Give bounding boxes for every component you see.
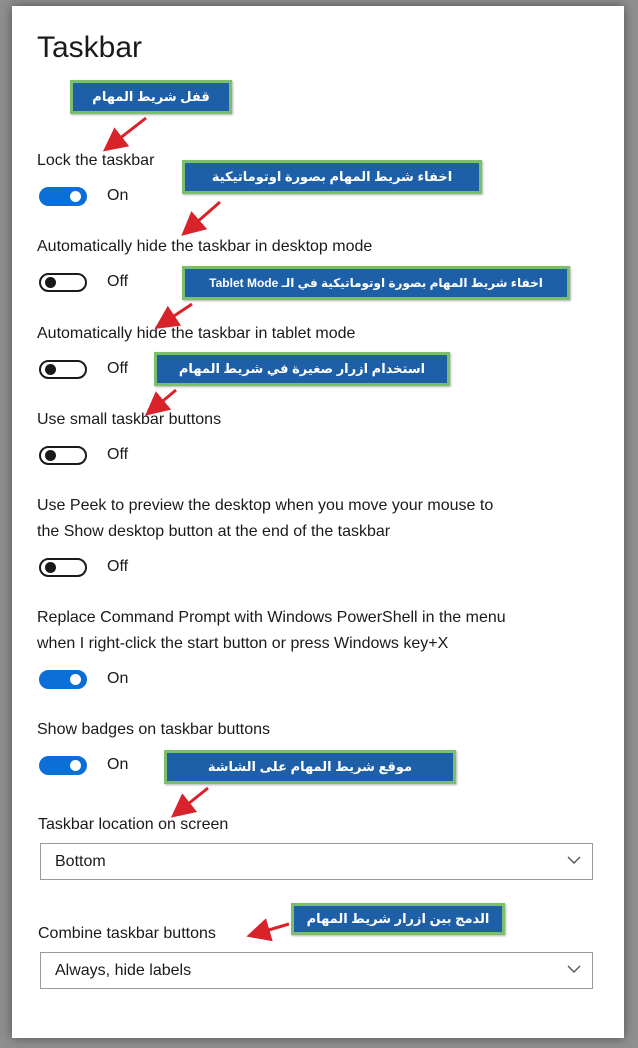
arrow-lock	[102, 116, 147, 152]
autohide-desktop-toggle[interactable]	[39, 273, 87, 292]
lock-taskbar-label: Lock the taskbar	[37, 152, 155, 169]
settings-panel: Taskbar Lock the taskbar On Automaticall…	[12, 6, 624, 1038]
powershell-toggle[interactable]	[39, 670, 87, 689]
autohide-desktop-state: Off	[107, 273, 129, 290]
chevron-down-icon	[567, 965, 581, 973]
combine-select[interactable]: Always, hide labels	[40, 952, 593, 989]
page-title: Taskbar	[37, 31, 143, 64]
annotation-combine: الدمج بين ازرار شريط المهام	[291, 903, 505, 935]
location-label: Taskbar location on screen	[38, 816, 229, 833]
toggle-knob	[70, 191, 81, 202]
peek-toggle[interactable]	[39, 558, 87, 577]
arrow-location	[170, 786, 209, 818]
peek-label-line2: the Show desktop button at the end of th…	[37, 523, 391, 540]
badges-toggle[interactable]	[39, 756, 87, 775]
arrow-autohide-desktop	[181, 200, 221, 236]
annotation-lock: قفل شريط المهام	[70, 80, 232, 114]
annotation-autohide-tablet: اخفاء شريط المهام بصورة اوتوماتيكية في ا…	[182, 266, 570, 300]
combine-value: Always, hide labels	[55, 962, 192, 979]
location-value: Bottom	[55, 853, 106, 870]
small-buttons-label: Use small taskbar buttons	[37, 411, 222, 428]
toggle-knob	[70, 760, 81, 771]
lock-taskbar-state: On	[107, 187, 129, 204]
toggle-knob	[45, 562, 56, 573]
annotation-location: موقع شريط المهام على الشاشة	[164, 750, 456, 784]
powershell-label-line1: Replace Command Prompt with Windows Powe…	[37, 609, 506, 626]
small-buttons-toggle[interactable]	[39, 446, 87, 465]
toggle-knob	[45, 277, 56, 288]
annotation-small-buttons: استخدام ازرار صغيرة في شريط المهام	[154, 352, 450, 386]
peek-state: Off	[107, 558, 129, 575]
toggle-knob	[45, 364, 56, 375]
powershell-state: On	[107, 670, 129, 687]
autohide-desktop-label: Automatically hide the taskbar in deskto…	[37, 238, 373, 255]
autohide-tablet-state: Off	[107, 360, 129, 377]
location-select[interactable]: Bottom	[40, 843, 593, 880]
chevron-down-icon	[567, 856, 581, 864]
combine-label: Combine taskbar buttons	[38, 925, 216, 942]
lock-taskbar-toggle[interactable]	[39, 187, 87, 206]
toggle-knob	[45, 450, 56, 461]
badges-label: Show badges on taskbar buttons	[37, 721, 271, 738]
small-buttons-state: Off	[107, 446, 129, 463]
annotation-autohide-desktop: اخفاء شريط المهام بصورة اوتوماتيكية	[182, 160, 482, 194]
autohide-tablet-label: Automatically hide the taskbar in tablet…	[37, 325, 356, 342]
autohide-tablet-toggle[interactable]	[39, 360, 87, 379]
toggle-knob	[70, 674, 81, 685]
powershell-label-line2: when I right-click the start button or p…	[37, 635, 449, 652]
arrow-combine	[246, 918, 290, 942]
peek-label-line1: Use Peek to preview the desktop when you…	[37, 497, 494, 514]
badges-state: On	[107, 756, 129, 773]
